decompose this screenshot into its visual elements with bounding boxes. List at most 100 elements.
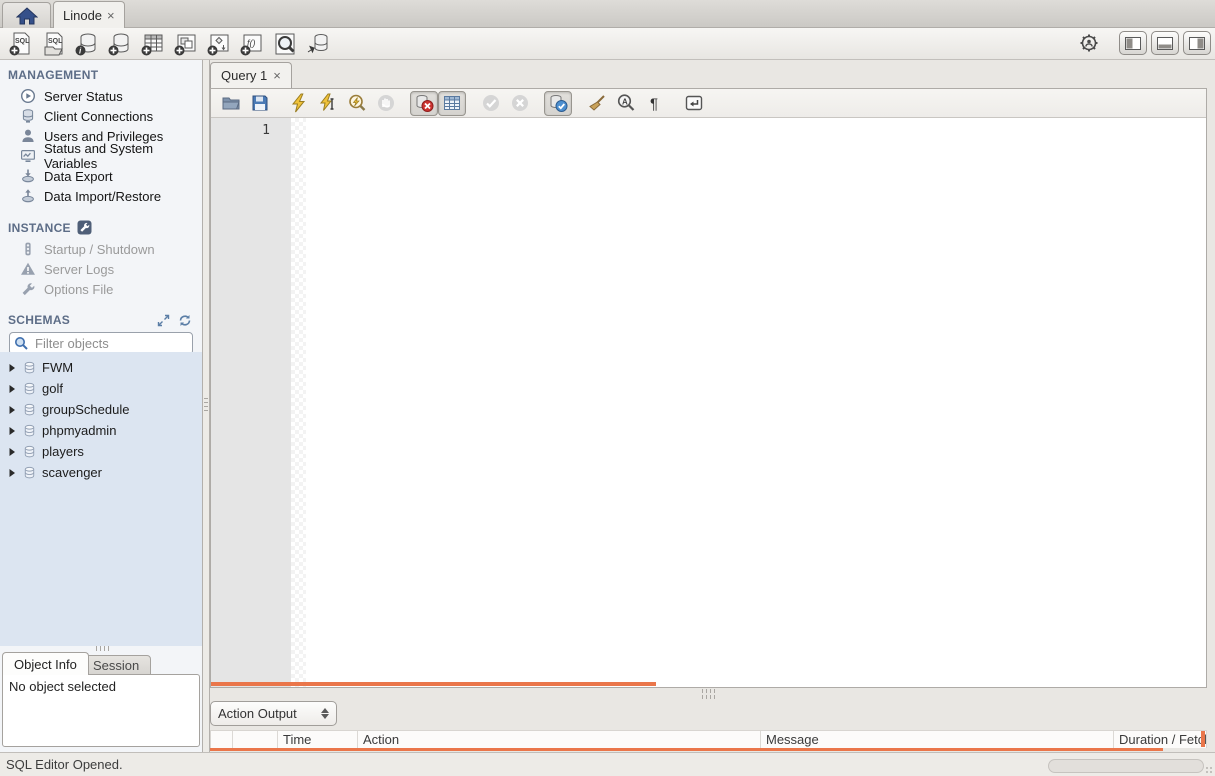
expander-icon[interactable]: [7, 363, 17, 373]
item-label: Startup / Shutdown: [44, 241, 155, 257]
sidebar-item-client-connections[interactable]: Client Connections: [0, 106, 202, 126]
tab-query-1[interactable]: Query 1 ×: [210, 62, 292, 88]
toggle-right-sidebar-button[interactable]: [1183, 31, 1211, 55]
reconnect-dbms-button[interactable]: [301, 30, 334, 58]
output-selector-value: Action Output: [218, 706, 297, 721]
save-script-button[interactable]: [245, 90, 274, 116]
output-vscrollbar[interactable]: [1201, 731, 1205, 747]
tab-object-info[interactable]: Object Info: [2, 652, 89, 675]
create-procedure-button[interactable]: [202, 30, 235, 58]
sidebar-item-options-file[interactable]: Options File: [0, 279, 202, 299]
column-header-message[interactable]: Message: [761, 731, 1114, 748]
open-sql-script-button[interactable]: SQL: [37, 30, 70, 58]
sidebar-item-status-variables[interactable]: Status and System Variables: [0, 141, 202, 171]
execute-button[interactable]: [284, 90, 313, 116]
item-label: Status and System Variables: [44, 141, 154, 171]
client-connections-icon: [22, 109, 34, 123]
create-procedure-icon: [207, 34, 228, 55]
toggle-stop-on-error-button[interactable]: [410, 90, 438, 116]
schema-row-groupschedule[interactable]: groupSchedule: [0, 399, 202, 420]
fold-margin: [291, 118, 306, 687]
tab-connection-linode[interactable]: Linode ×: [53, 1, 125, 28]
schema-inspector-button[interactable]: i: [70, 30, 103, 58]
column-header-blank1[interactable]: [211, 731, 233, 748]
rollback-x-icon: [511, 95, 528, 111]
stop-button[interactable]: [371, 90, 400, 116]
execute-lightning-icon: [291, 93, 305, 113]
explain-button[interactable]: [342, 90, 371, 116]
limit-rows-grid-icon: [444, 96, 460, 110]
close-icon[interactable]: ×: [107, 8, 115, 23]
column-header-blank2[interactable]: [233, 731, 278, 748]
output-selector[interactable]: Action Output: [210, 701, 337, 726]
sidebar-item-data-import[interactable]: Data Import/Restore: [0, 186, 202, 206]
column-header-time[interactable]: Time: [278, 731, 358, 748]
management-title: MANAGEMENT: [8, 68, 99, 82]
sidebar-splitter-grip[interactable]: [96, 646, 109, 651]
create-view-icon: [174, 34, 195, 55]
reconnect-dbms-icon: [307, 33, 327, 53]
show-invisibles-button[interactable]: ¶: [640, 90, 669, 116]
expander-icon[interactable]: [7, 405, 17, 415]
expander-icon[interactable]: [7, 384, 17, 394]
expander-icon[interactable]: [7, 447, 17, 457]
editor-hscrollbar[interactable]: [211, 682, 656, 686]
schema-row-golf[interactable]: golf: [0, 378, 202, 399]
sidebar-item-server-logs[interactable]: Server Logs: [0, 259, 202, 279]
toggle-bottom-panel-button[interactable]: [1151, 31, 1179, 55]
commit-button[interactable]: [476, 90, 505, 116]
create-table-button[interactable]: [136, 30, 169, 58]
search-table-data-button[interactable]: [268, 30, 301, 58]
schema-row-scavenger[interactable]: scavenger: [0, 462, 202, 483]
rollback-button[interactable]: [505, 90, 534, 116]
users-icon: [22, 129, 34, 142]
tab-session[interactable]: Session: [81, 655, 152, 675]
open-folder-icon: [222, 97, 240, 110]
item-label: Data Import/Restore: [44, 188, 162, 204]
vertical-splitter[interactable]: [203, 60, 210, 752]
item-label: Server Logs: [44, 261, 115, 277]
tab-label: Session: [93, 657, 140, 673]
resize-grip[interactable]: [1205, 766, 1214, 775]
new-sql-tab-button[interactable]: SQL: [4, 30, 37, 58]
code-area[interactable]: [306, 118, 1206, 687]
tab-label: Object Info: [14, 656, 77, 672]
expander-icon[interactable]: [7, 426, 17, 436]
toggle-left-sidebar-button[interactable]: [1119, 31, 1147, 55]
schema-filter-input[interactable]: [33, 335, 188, 352]
horizontal-splitter[interactable]: [210, 688, 1207, 700]
expand-schemas-icon[interactable]: [157, 314, 170, 327]
create-schema-button[interactable]: [103, 30, 136, 58]
output-hscrollbar[interactable]: [210, 748, 1163, 751]
create-function-button[interactable]: f(): [235, 30, 268, 58]
execute-current-button[interactable]: [313, 90, 342, 116]
database-icon: [24, 361, 35, 374]
close-icon[interactable]: ×: [273, 68, 281, 83]
toggle-limit-rows-button[interactable]: [438, 90, 466, 116]
toggle-bottom-panel-icon: [1157, 36, 1173, 50]
management-section-header: MANAGEMENT: [8, 68, 202, 82]
schemas-header-actions: [157, 314, 192, 327]
home-icon: [15, 6, 38, 24]
toggle-left-sidebar-icon: [1125, 36, 1141, 50]
preferences-button[interactable]: [1075, 31, 1103, 55]
toggle-wrap-button[interactable]: [679, 90, 708, 116]
create-view-button[interactable]: [169, 30, 202, 58]
splitter-grip: [702, 689, 715, 693]
sidebar-item-server-status[interactable]: Server Status: [0, 86, 202, 106]
find-button[interactable]: A: [611, 90, 640, 116]
column-header-action[interactable]: Action: [358, 731, 761, 748]
open-script-button[interactable]: [216, 90, 245, 116]
schema-row-fwm[interactable]: FWM: [0, 357, 202, 378]
column-header-duration[interactable]: Duration / Fetch: [1114, 731, 1206, 748]
tab-home[interactable]: [2, 2, 51, 28]
sql-editor[interactable]: 1: [211, 118, 1206, 687]
schema-row-players[interactable]: players: [0, 441, 202, 462]
beautify-button[interactable]: [582, 90, 611, 116]
refresh-schemas-icon[interactable]: [178, 314, 192, 327]
line-number: 1: [262, 123, 270, 138]
expander-icon[interactable]: [7, 468, 17, 478]
toggle-autocommit-button[interactable]: [544, 90, 572, 116]
sidebar-item-startup-shutdown[interactable]: Startup / Shutdown: [0, 239, 202, 259]
schema-row-phpmyadmin[interactable]: phpmyadmin: [0, 420, 202, 441]
